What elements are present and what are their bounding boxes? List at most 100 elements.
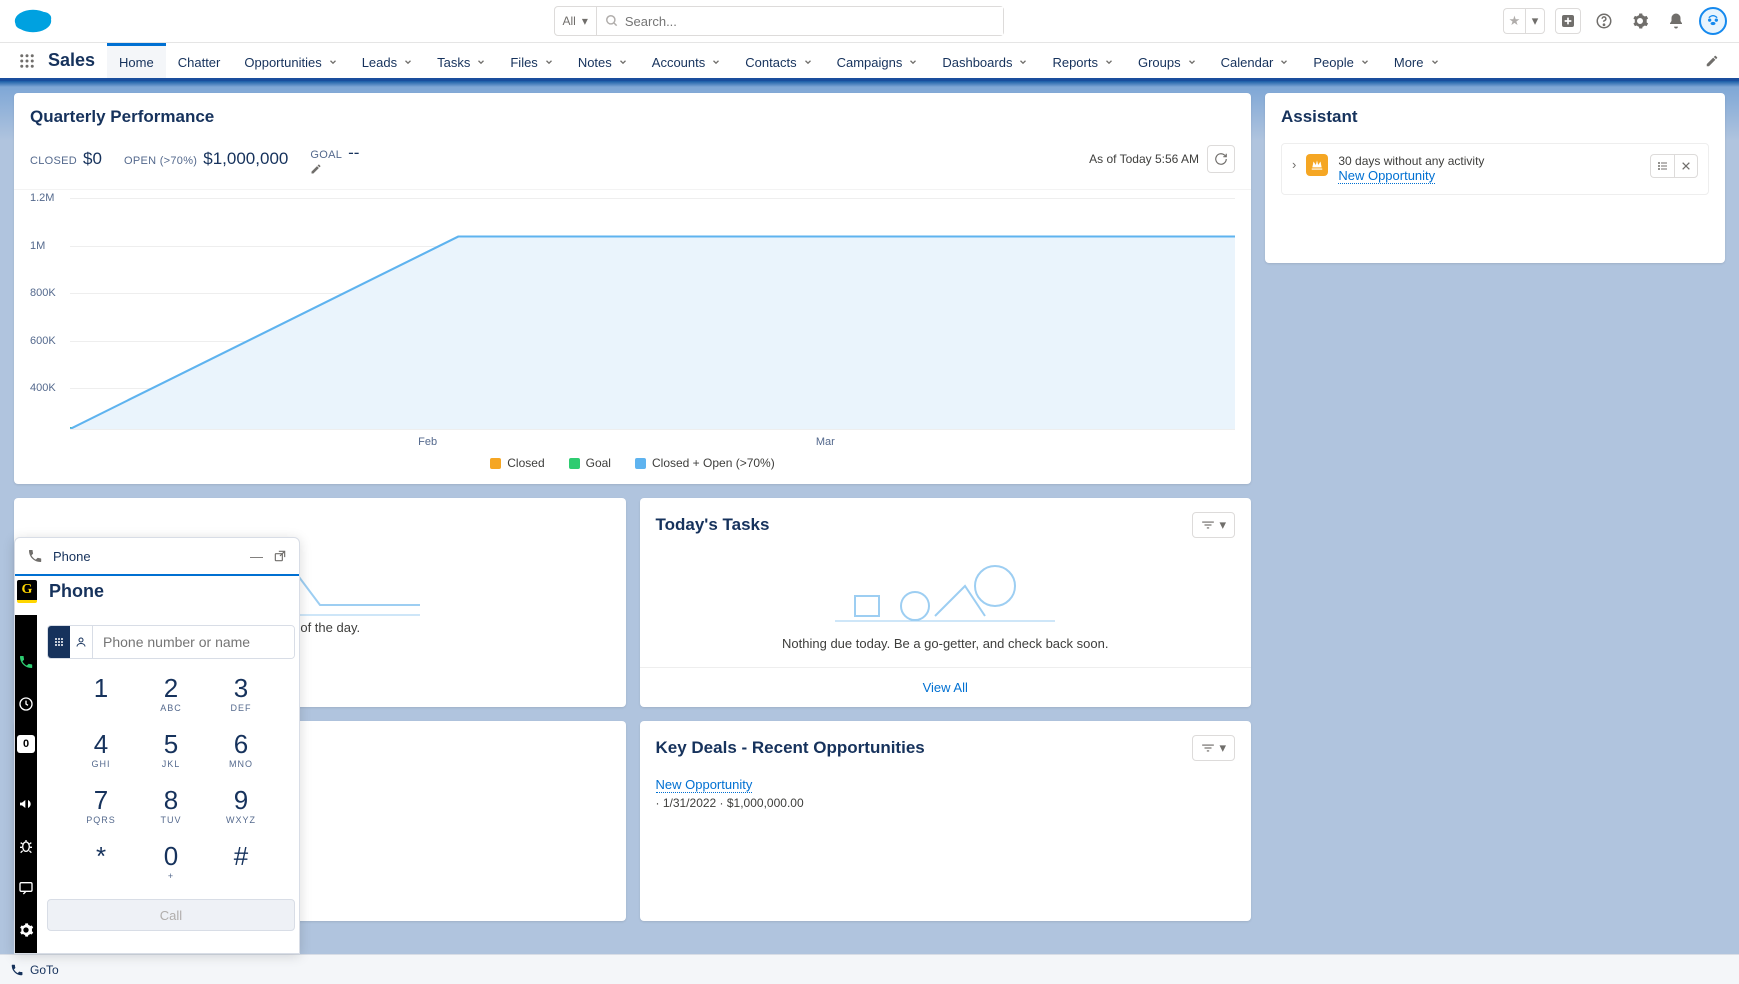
dialkey-3[interactable]: 3DEF (211, 675, 271, 713)
chevron-down-icon[interactable] (1430, 57, 1440, 67)
nav-tab-chatter[interactable]: Chatter (166, 43, 233, 78)
search-scope-dropdown[interactable]: All (555, 7, 597, 35)
dialkey-1[interactable]: 1 (71, 675, 131, 713)
chevron-down-icon[interactable] (1360, 57, 1370, 67)
nav-tab-home[interactable]: Home (107, 43, 166, 78)
chevron-down-icon[interactable] (711, 57, 721, 67)
star-icon[interactable]: ★ (1503, 8, 1525, 34)
side-chat-icon[interactable] (15, 877, 37, 899)
legend-item: Goal (569, 456, 611, 470)
chevron-down-icon[interactable] (908, 57, 918, 67)
side-settings-gear-icon[interactable] (15, 919, 37, 941)
nav-tab-label: Leads (362, 55, 397, 70)
nav-tab-contacts[interactable]: Contacts (733, 43, 824, 78)
side-badge[interactable]: 0 (17, 735, 35, 753)
today-tasks-card: Today's Tasks Nothing due today. Be a go… (640, 498, 1252, 707)
dialkey-num: 7 (94, 787, 108, 813)
dialkey-0[interactable]: 0+ (141, 843, 201, 881)
dialkey-num: 0 (164, 843, 178, 869)
dialkey-2[interactable]: 2ABC (141, 675, 201, 713)
chevron-down-icon[interactable] (403, 57, 413, 67)
chevron-down-icon[interactable] (1104, 57, 1114, 67)
nav-tab-files[interactable]: Files (498, 43, 565, 78)
nav-tab-opportunities[interactable]: Opportunities (232, 43, 349, 78)
dialkey-4[interactable]: 4GHI (71, 731, 131, 769)
chevron-down-icon[interactable] (1187, 57, 1197, 67)
chevron-down-icon[interactable] (476, 57, 486, 67)
chevron-down-icon[interactable] (803, 57, 813, 67)
chevron-down-icon[interactable] (618, 57, 628, 67)
dialkey-num: 5 (164, 731, 178, 757)
phone-number-input[interactable] (93, 626, 294, 658)
chevron-down-icon[interactable] (1018, 57, 1028, 67)
expand-chevron-icon[interactable]: › (1292, 154, 1296, 172)
side-history-icon[interactable] (15, 693, 37, 715)
dialkey-6[interactable]: 6MNO (211, 731, 271, 769)
key-deal-link[interactable]: New Opportunity (656, 777, 753, 793)
tasks-title: Today's Tasks (656, 515, 770, 535)
qp-goal-value: -- (348, 143, 359, 162)
dialkey-#[interactable]: # (211, 843, 271, 881)
dialkey-num: 2 (164, 675, 178, 701)
legend-label: Goal (586, 456, 611, 470)
assistant-title: Assistant (1281, 107, 1358, 127)
nav-tab-campaigns[interactable]: Campaigns (825, 43, 931, 78)
chevron-down-icon[interactable] (1525, 8, 1545, 34)
phone-header-title: Phone (53, 549, 240, 564)
dialkey-5[interactable]: 5JKL (141, 731, 201, 769)
call-button[interactable]: Call (47, 899, 295, 931)
dialkey-7[interactable]: 7PQRS (71, 787, 131, 825)
side-call-icon[interactable] (15, 651, 37, 673)
chevron-down-icon[interactable] (1279, 57, 1289, 67)
refresh-button[interactable] (1207, 145, 1235, 173)
side-bug-icon[interactable] (15, 835, 37, 857)
setup-gear-icon[interactable] (1627, 8, 1653, 34)
key-deals-title: Key Deals - Recent Opportunities (656, 738, 925, 758)
search-input-wrap[interactable] (597, 7, 1003, 35)
dialkey-9[interactable]: 9WXYZ (211, 787, 271, 825)
nav-tab-leads[interactable]: Leads (350, 43, 425, 78)
chevron-down-icon[interactable] (328, 57, 338, 67)
key-deals-filter-button[interactable] (1192, 735, 1235, 761)
nav-tab-dashboards[interactable]: Dashboards (930, 43, 1040, 78)
tasks-view-all[interactable]: View All (640, 667, 1252, 707)
notifications-bell-icon[interactable] (1663, 8, 1689, 34)
quarterly-performance-card: Quarterly Performance CLOSED$0 OPEN (>70… (14, 93, 1251, 484)
popout-icon[interactable] (273, 549, 287, 563)
user-avatar[interactable] (1699, 7, 1727, 35)
help-icon[interactable] (1591, 8, 1617, 34)
favorites-combo[interactable]: ★ (1503, 8, 1545, 34)
dialkey-8[interactable]: 8TUV (141, 787, 201, 825)
chevron-down-icon (1219, 740, 1226, 756)
nav-tab-accounts[interactable]: Accounts (640, 43, 733, 78)
nav-tab-calendar[interactable]: Calendar (1209, 43, 1302, 78)
nav-tab-more[interactable]: More (1382, 43, 1452, 78)
assistant-dismiss-icon[interactable] (1674, 154, 1698, 178)
search-input[interactable] (625, 14, 995, 29)
minimize-icon[interactable]: — (250, 549, 263, 564)
add-button[interactable] (1555, 8, 1581, 34)
edit-nav-button[interactable] (1695, 43, 1729, 78)
contacts-mode-icon[interactable] (70, 626, 92, 658)
nav-tab-groups[interactable]: Groups (1126, 43, 1209, 78)
qp-closed-value: $0 (83, 149, 102, 168)
app-launcher-icon[interactable] (10, 43, 44, 78)
nav-tab-label: Opportunities (244, 55, 321, 70)
utility-goto[interactable]: GoTo (10, 963, 59, 977)
nav-tab-label: Dashboards (942, 55, 1012, 70)
chevron-down-icon[interactable] (544, 57, 554, 67)
dialpad-mode-icon[interactable] (48, 626, 70, 658)
nav-tab-notes[interactable]: Notes (566, 43, 640, 78)
nav-tab-tasks[interactable]: Tasks (425, 43, 498, 78)
nav-tab-reports[interactable]: Reports (1040, 43, 1126, 78)
side-announcement-icon[interactable] (15, 793, 37, 815)
edit-goal-icon[interactable] (310, 163, 365, 175)
dialkey-letters: GHI (91, 759, 110, 769)
assistant-item-link[interactable]: New Opportunity (1338, 168, 1435, 184)
nav-tab-label: Home (119, 55, 154, 70)
assistant-action-list-icon[interactable] (1650, 154, 1674, 178)
global-header: All ★ (0, 0, 1739, 43)
tasks-filter-button[interactable] (1192, 512, 1235, 538)
dialkey-*[interactable]: * (71, 843, 131, 881)
nav-tab-people[interactable]: People (1301, 43, 1381, 78)
